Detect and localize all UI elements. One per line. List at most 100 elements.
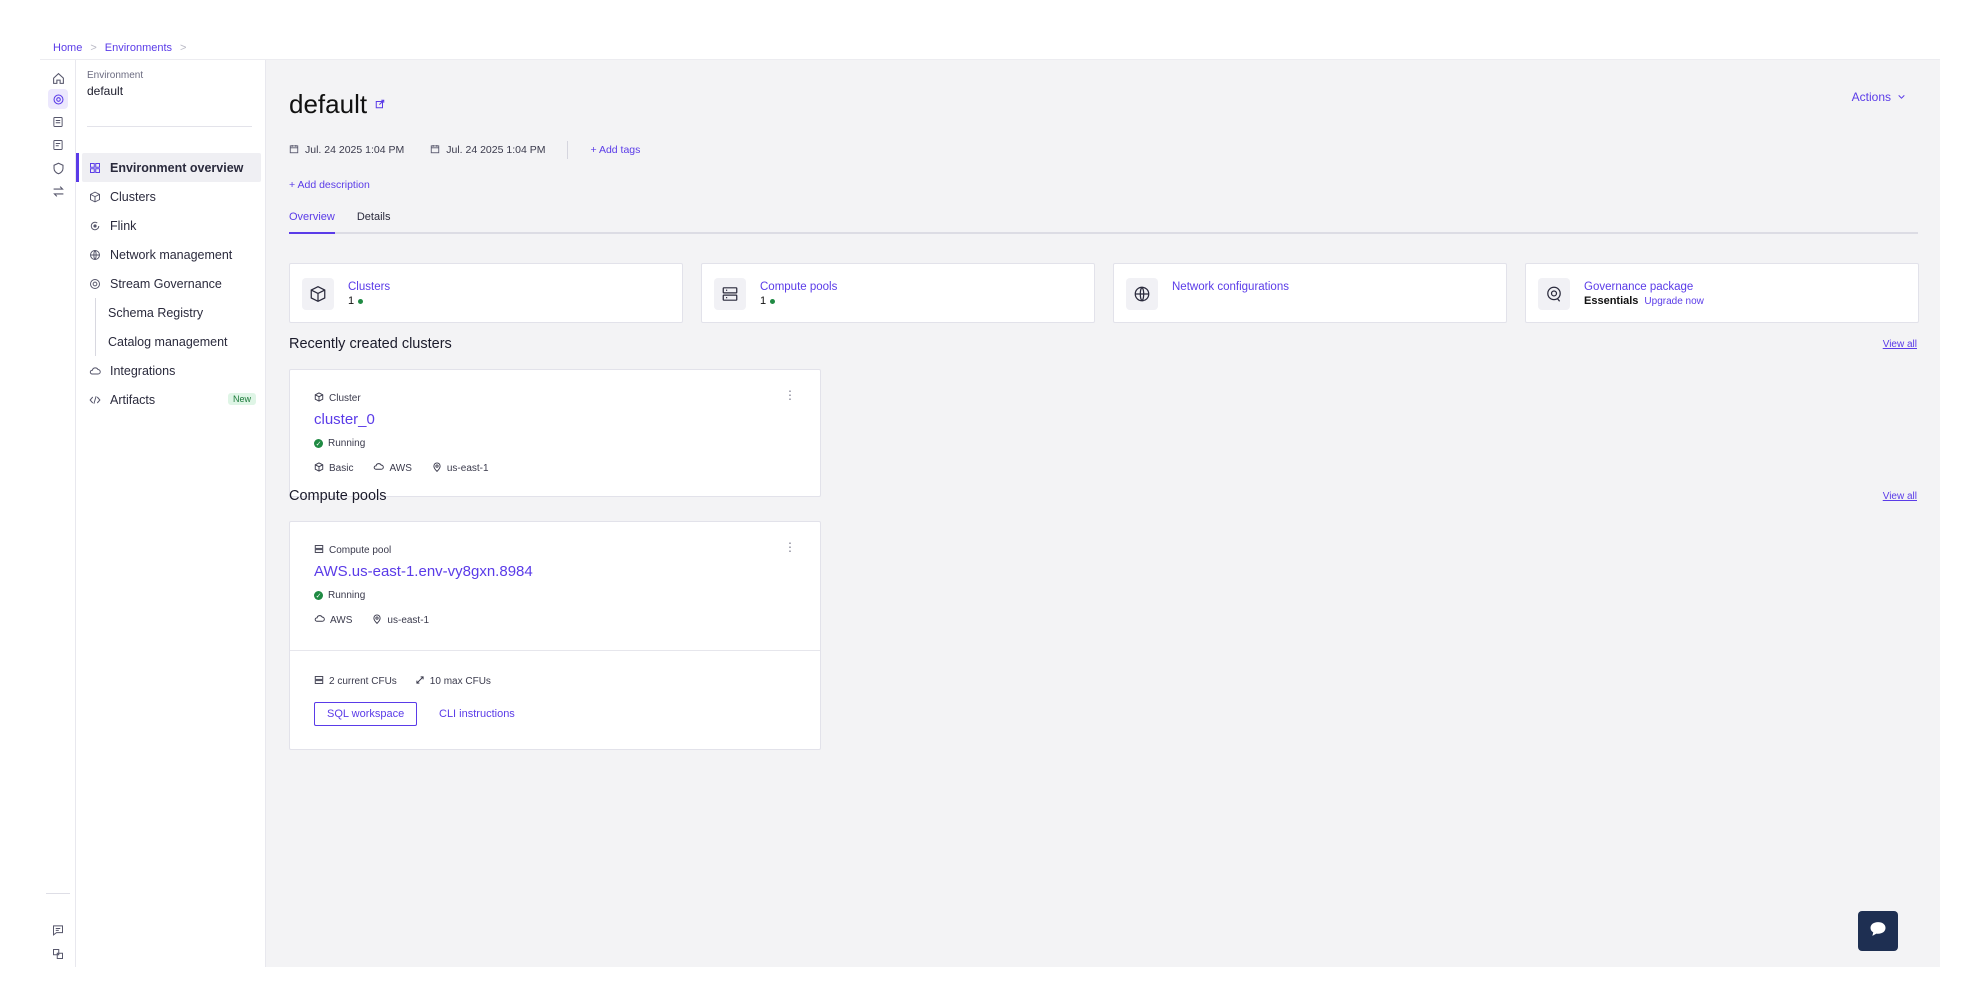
compute-pool-tags: AWS us-east-1 — [314, 613, 429, 627]
tab-details[interactable]: Details — [357, 211, 391, 232]
catalog-icon[interactable] — [48, 135, 68, 155]
page-title-text: default — [289, 89, 368, 119]
compute-pool-name-link[interactable]: AWS.us-east-1.env-vy8gxn.8984 — [314, 563, 533, 580]
governance-icon — [88, 277, 102, 291]
status-dot — [358, 298, 364, 304]
governance-icon[interactable] — [48, 158, 68, 178]
globe-icon — [88, 248, 102, 262]
environment-name: default — [87, 84, 124, 98]
cluster-name-link[interactable]: cluster_0 — [314, 411, 375, 428]
sql-workspace-button[interactable]: SQL workspace — [314, 702, 418, 726]
sidebar-item-catalog-management[interactable]: Catalog management — [76, 327, 266, 356]
sidebar-item-stream-governance[interactable]: Stream Governance — [76, 269, 266, 298]
location-pin-icon — [372, 614, 382, 627]
sidebar-item-label: Network management — [110, 247, 233, 262]
card-kind: Compute pool — [314, 544, 391, 557]
edit-icon[interactable] — [375, 98, 385, 112]
summary-value: Essentials Upgrade now — [1584, 295, 1704, 307]
summary-card-clusters[interactable]: Clusters 1 — [289, 263, 683, 323]
sidebar: Environment default Environment overview… — [76, 60, 266, 967]
check-circle-icon: ✓ — [314, 439, 323, 448]
sidebar-item-schema-registry[interactable]: Schema Registry — [76, 298, 266, 327]
sidebar-item-label: Integrations — [110, 363, 176, 378]
grid-icon — [88, 161, 102, 175]
sidebar-item-label: Schema Registry — [108, 305, 204, 320]
cluster-card: Cluster ⋮ cluster_0 ✓ Running Basic AWS … — [289, 369, 821, 497]
environments-icon[interactable] — [48, 89, 68, 109]
summary-card-compute-pools[interactable]: Compute pools 1 — [701, 263, 1095, 323]
breadcrumb-separator: > — [90, 42, 97, 54]
code-icon — [88, 393, 102, 407]
cluster-cloud: AWS — [389, 462, 412, 474]
documents-icon[interactable] — [48, 112, 68, 132]
sidebar-item-integrations[interactable]: Integrations — [76, 356, 266, 385]
summary-card-network-configurations[interactable]: Network configurations — [1113, 263, 1507, 323]
compute-pool-region: us-east-1 — [387, 614, 430, 626]
upgrade-now-link[interactable]: Upgrade now — [1644, 296, 1703, 307]
feedback-icon[interactable] — [48, 920, 68, 940]
server-icon — [714, 278, 746, 310]
cloud-icon — [373, 461, 385, 475]
card-kind: Cluster — [314, 392, 361, 405]
governance-package-name: Essentials — [1584, 295, 1639, 307]
breadcrumb-home[interactable]: Home — [53, 42, 82, 54]
cluster-region: us-east-1 — [446, 462, 489, 474]
app-frame: Home > Environments > Environment defaul… — [40, 38, 1940, 967]
recent-clusters-title: Recently created clusters — [289, 336, 452, 352]
translate-icon[interactable] — [48, 944, 68, 964]
breadcrumb-environments[interactable]: Environments — [105, 42, 172, 54]
summary-title: Network configurations — [1172, 281, 1289, 293]
icon-rail — [40, 60, 76, 967]
cube-icon — [88, 190, 102, 204]
tab-bar: Overview Details — [289, 211, 1918, 234]
cloud-icon — [314, 613, 325, 627]
cube-icon — [314, 392, 324, 405]
calendar-icon — [430, 144, 440, 157]
summary-title: Governance package — [1584, 281, 1694, 293]
cluster-tags: Basic AWS us-east-1 — [314, 461, 489, 475]
meta-row: Jul. 24 2025 1:04 PM Jul. 24 2025 1:04 P… — [289, 141, 640, 159]
add-description-link[interactable]: + Add description — [289, 179, 370, 191]
sidebar-item-label: Artifacts — [110, 392, 156, 407]
summary-cards: Clusters 1 Compute pools 1 Network confi… — [289, 263, 1919, 323]
location-pin-icon — [432, 462, 442, 475]
compute-pools-view-all-link[interactable]: View all — [1883, 491, 1917, 502]
sidebar-item-clusters[interactable]: Clusters — [76, 182, 266, 211]
cfu-info: 2 current CFUs 10 max CFUs — [314, 675, 491, 688]
page-title: default — [289, 89, 385, 120]
card-kind-label: Cluster — [329, 393, 361, 404]
status-text: Running — [328, 438, 366, 449]
cluster-status: ✓ Running — [314, 438, 365, 449]
chat-bubble-icon — [1868, 919, 1888, 944]
sidebar-item-artifacts[interactable]: Artifacts New — [76, 385, 266, 414]
clusters-view-all-link[interactable]: View all — [1883, 339, 1917, 350]
chevron-down-icon — [1897, 90, 1906, 104]
max-cfus: 10 max CFUs — [429, 676, 491, 687]
summary-value: 1 — [760, 295, 776, 307]
chat-button[interactable] — [1858, 911, 1898, 951]
sidebar-item-network-management[interactable]: Network management — [76, 240, 266, 269]
created-date: Jul. 24 2025 1:04 PM — [305, 144, 405, 156]
cube-icon — [314, 461, 324, 475]
more-options-icon[interactable]: ⋮ — [784, 540, 796, 554]
governance-icon — [1538, 278, 1570, 310]
check-circle-icon: ✓ — [314, 591, 323, 600]
sidebar-item-environment-overview[interactable]: Environment overview — [76, 153, 261, 182]
tab-overview[interactable]: Overview — [289, 211, 335, 234]
body-area: Environment default Environment overview… — [40, 59, 1940, 967]
summary-card-governance-package[interactable]: Governance package Essentials Upgrade now — [1525, 263, 1919, 323]
sidebar-item-flink[interactable]: Flink — [76, 211, 266, 240]
transfer-icon[interactable] — [48, 181, 68, 201]
more-options-icon[interactable]: ⋮ — [784, 388, 796, 402]
sidebar-item-label: Catalog management — [108, 334, 228, 349]
server-icon — [314, 544, 324, 557]
add-tags-link[interactable]: + Add tags — [590, 144, 640, 156]
summary-count: 1 — [348, 295, 355, 307]
cli-instructions-link[interactable]: CLI instructions — [439, 708, 515, 720]
environment-label: Environment — [87, 70, 144, 81]
summary-value: 1 — [348, 295, 364, 307]
actions-menu[interactable]: Actions — [1852, 90, 1906, 104]
server-icon — [314, 675, 324, 688]
actions-label: Actions — [1851, 90, 1891, 104]
home-icon[interactable] — [48, 68, 68, 88]
